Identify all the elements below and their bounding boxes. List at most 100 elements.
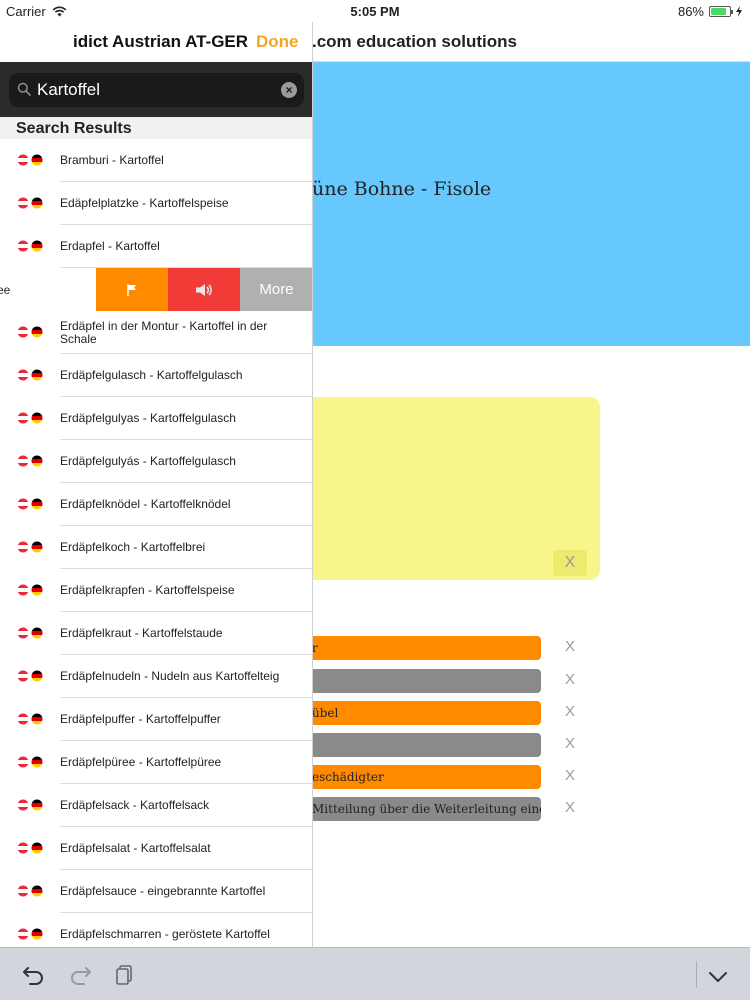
- result-label: Erdäpfel in der Montur - Kartoffel in de…: [60, 318, 268, 346]
- battery-percent: 86%: [677, 4, 704, 19]
- history-bar[interactable]: Mitteilung über die Weiterleitung eines: [290, 797, 541, 821]
- history-bar-close-button[interactable]: X: [562, 638, 578, 655]
- flags-icon: [17, 627, 43, 639]
- history-bar[interactable]: [290, 733, 541, 757]
- history-bar-close-button[interactable]: X: [562, 735, 578, 752]
- popover-title: idict Austrian AT-GER: [73, 32, 249, 51]
- history-bar[interactable]: eschädigter: [290, 765, 541, 789]
- flags-icon: [17, 154, 43, 166]
- word-pair-text: üne Bohne - Fisole: [312, 178, 492, 200]
- note-card-close-button[interactable]: X: [553, 550, 587, 576]
- result-label: Erdäpfelpuffer - Kartoffelpuffer: [60, 712, 221, 726]
- result-row[interactable]: Erdäpfelsalat - Kartoffelsalat: [0, 827, 312, 870]
- redo-icon[interactable]: [68, 963, 92, 985]
- flags-icon: [17, 756, 43, 768]
- flags-icon: [17, 842, 43, 854]
- undo-icon[interactable]: [22, 963, 46, 985]
- result-label: Erdäpfelpüree - Kartoffelpüree: [60, 755, 222, 769]
- clear-search-icon[interactable]: ×: [281, 82, 297, 98]
- history-bar[interactable]: übel: [290, 701, 541, 725]
- result-label: Erdäpfelnudeln - Nudeln aus Kartoffeltei…: [60, 669, 280, 683]
- results-list: Bramburi - Kartoffel Edäpfelplatzke - Kar…: [0, 139, 312, 947]
- result-row[interactable]: Erdäpfelkraut - Kartoffelstaude: [0, 612, 312, 655]
- result-label: Erdäpfelgulyás - Kartoffelgulasch: [60, 454, 236, 468]
- result-row[interactable]: Erdäpfelpuffer - Kartoffelpuffer: [0, 698, 312, 741]
- flags-icon: [17, 197, 43, 209]
- result-row[interactable]: Erdäpfelgulyas - Kartoffelgulasch: [0, 397, 312, 440]
- battery-icon: [709, 6, 733, 17]
- flags-icon: [17, 412, 43, 424]
- status-bar: Carrier 5:05 PM 86%: [0, 0, 750, 22]
- flags-icon: [17, 584, 43, 596]
- done-button[interactable]: Done: [256, 32, 299, 52]
- result-row[interactable]: Erdäpfelgulasch - Kartoffelgulasch: [0, 354, 312, 397]
- swiped-row-label: ee: [0, 283, 11, 297]
- result-label: Bramburi - Kartoffel: [60, 153, 164, 167]
- result-label: Erdäpfelschmarren - geröstete Kartoffel: [60, 927, 270, 941]
- history-bar-close-button[interactable]: X: [562, 703, 578, 720]
- result-row[interactable]: Erdäpfelgulyás - Kartoffelgulasch: [0, 440, 312, 483]
- result-row[interactable]: Erdäpfelschmarren - geröstete Kartoffel: [0, 913, 312, 947]
- result-label: Erdäpfelsack - Kartoffelsack: [60, 798, 210, 812]
- speaker-icon: [196, 283, 212, 296]
- result-row[interactable]: Edäpfelplatzke - Kartoffelspeise: [0, 182, 312, 225]
- chevron-down-icon[interactable]: [708, 966, 728, 988]
- flag-icon: [127, 283, 136, 296]
- result-row[interactable]: Erdäpfelsack - Kartoffelsack: [0, 784, 312, 827]
- flags-icon: [17, 240, 43, 252]
- result-label: Erdäpfelsalat - Kartoffelsalat: [60, 841, 211, 855]
- status-right: 86%: [678, 4, 742, 19]
- flags-icon: [17, 713, 43, 725]
- flags-icon: [17, 541, 43, 553]
- bottom-toolbar: [0, 947, 750, 1000]
- result-label: Erdäpfelgulasch - Kartoffelgulasch: [60, 368, 243, 382]
- flags-icon: [17, 928, 43, 940]
- result-row[interactable]: Erdäpfelpüree - Kartoffelpüree: [0, 741, 312, 784]
- flag-action-button[interactable]: [96, 268, 168, 311]
- flags-icon: [17, 670, 43, 682]
- flags-icon: [17, 369, 43, 381]
- swiped-result-row[interactable]: ee More: [0, 268, 312, 311]
- dictionary-popover: idict Austrian AT-GER Done × Search Resu…: [0, 22, 313, 947]
- search-bar: ×: [0, 62, 312, 117]
- search-input[interactable]: [37, 73, 277, 107]
- more-action-button[interactable]: More: [240, 268, 312, 311]
- result-row[interactable]: Bramburi - Kartoffel: [0, 139, 312, 182]
- history-bar[interactable]: [290, 669, 541, 693]
- flags-icon: [17, 455, 43, 467]
- result-row[interactable]: Erdäpfelsauce - eingebrannte Kartoffel: [0, 870, 312, 913]
- battery-fill: [711, 8, 726, 15]
- clipboard-icon[interactable]: [114, 963, 136, 985]
- flags-icon: [17, 799, 43, 811]
- background-nav-title: .com education solutions: [312, 32, 517, 51]
- history-bar[interactable]: r: [290, 636, 541, 660]
- background-nav-bar: .com education solutions: [312, 22, 750, 62]
- popover-nav-bar: idict Austrian AT-GER Done: [0, 22, 312, 62]
- history-bar-close-button[interactable]: X: [562, 799, 578, 816]
- word-pair-banner: üne Bohne - Fisole: [312, 62, 750, 346]
- result-label: Erdäpfelkraut - Kartoffelstaude: [60, 626, 223, 640]
- toolbar-divider: [696, 961, 697, 988]
- result-label: Erdäpfelkrapfen - Kartoffelspeise: [60, 583, 235, 597]
- result-label: Erdäpfelgulyas - Kartoffelgulasch: [60, 411, 236, 425]
- result-row[interactable]: Erdäpfel in der Montur - Kartoffel in de…: [0, 311, 312, 354]
- result-row[interactable]: Erdäpfelkrapfen - Kartoffelspeise: [0, 569, 312, 612]
- history-bar-close-button[interactable]: X: [562, 671, 578, 688]
- history-bar-close-button[interactable]: X: [562, 767, 578, 784]
- charging-icon: [736, 6, 742, 17]
- result-row[interactable]: Erdäpfelknödel - Kartoffelknödel: [0, 483, 312, 526]
- search-field[interactable]: ×: [9, 73, 304, 107]
- status-time: 5:05 PM: [350, 4, 400, 19]
- result-row[interactable]: Erdäpfelnudeln - Nudeln aus Kartoffeltei…: [0, 655, 312, 698]
- flags-icon: [17, 498, 43, 510]
- result-row[interactable]: Erdapfel - Kartoffel: [0, 225, 312, 268]
- result-row[interactable]: Erdäpfelkoch - Kartoffelbrei: [0, 526, 312, 569]
- search-icon: [17, 82, 31, 96]
- flags-icon: [17, 885, 43, 897]
- result-label: Erdäpfelknödel - Kartoffelknödel: [60, 497, 231, 511]
- speak-action-button[interactable]: [168, 268, 240, 311]
- result-label: Erdäpfelkoch - Kartoffelbrei: [60, 540, 206, 554]
- result-label: Erdapfel - Kartoffel: [60, 239, 160, 253]
- result-label: Edäpfelplatzke - Kartoffelspeise: [60, 196, 229, 210]
- note-card: X: [290, 397, 600, 580]
